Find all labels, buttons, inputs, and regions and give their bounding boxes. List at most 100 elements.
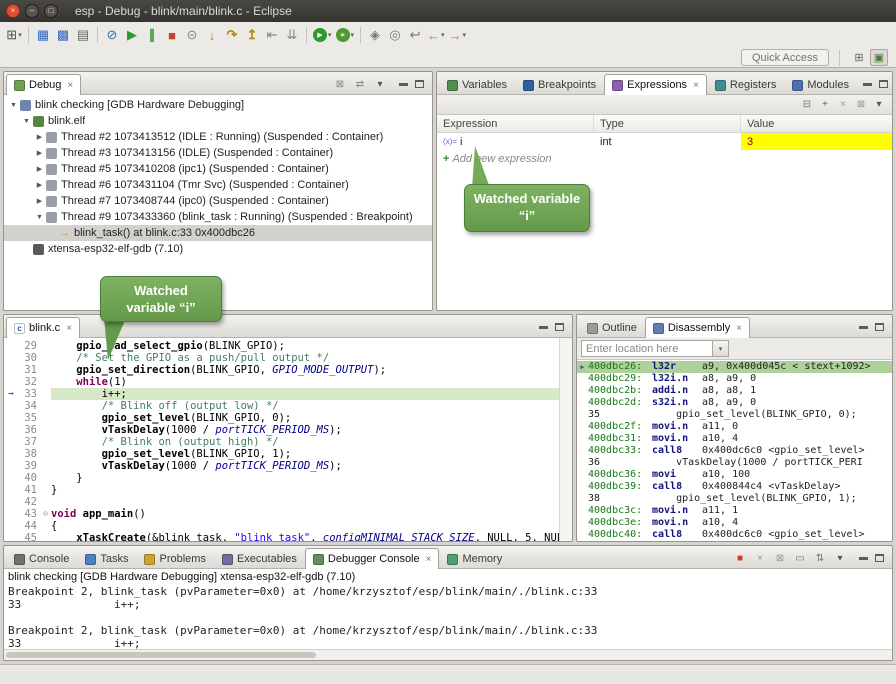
minimize-button[interactable]: [863, 83, 872, 86]
tab-blink-c[interactable]: cblink.c×: [6, 317, 80, 338]
back-button[interactable]: ←▾: [425, 24, 447, 46]
fold-icon[interactable]: ⊖: [40, 508, 51, 520]
line-number[interactable]: 44: [18, 520, 40, 532]
debug-tree-row[interactable]: ▶Thread #3 1073413156 (IDLE) (Suspended …: [4, 145, 432, 161]
suspend-button[interactable]: ∥: [142, 24, 162, 46]
tab-debug[interactable]: Debug×: [6, 74, 81, 95]
expander-icon[interactable]: ▶: [34, 197, 45, 205]
remove-all-terminated-icon[interactable]: ⊠: [331, 76, 349, 93]
line-number[interactable]: 35: [18, 412, 40, 424]
tab-outline[interactable]: Outline: [579, 317, 645, 338]
minimize-button[interactable]: [859, 557, 868, 560]
terminate-console-icon[interactable]: ■: [731, 550, 749, 567]
remove-all-launches-icon[interactable]: ⊠: [771, 550, 789, 567]
drop-to-frame-button[interactable]: ⇤: [262, 24, 282, 46]
scroll-lock-icon[interactable]: ⇅: [811, 550, 829, 567]
terminate-button[interactable]: ■: [162, 24, 182, 46]
debug-perspective-button[interactable]: ▣: [870, 49, 888, 66]
run-button[interactable]: ▶▾: [311, 24, 334, 46]
expander-icon[interactable]: ▶: [34, 181, 45, 189]
line-number[interactable]: 43: [18, 508, 40, 520]
tab-problems[interactable]: Problems: [136, 548, 213, 569]
tab-modules[interactable]: Modules: [784, 74, 857, 95]
last-edit-location-button[interactable]: ↩: [405, 24, 425, 46]
line-number[interactable]: 42: [18, 496, 40, 508]
debug-tree-row[interactable]: ▶Thread #5 1073410208 (ipc1) (Suspended …: [4, 161, 432, 177]
line-number[interactable]: 34: [18, 400, 40, 412]
new-wizard-button[interactable]: ⊞▾: [4, 24, 24, 46]
line-number[interactable]: 41: [18, 484, 40, 496]
close-tab-icon[interactable]: ×: [426, 554, 432, 565]
collapse-all-icon[interactable]: ⊟: [798, 96, 816, 113]
search-button[interactable]: ◎: [385, 24, 405, 46]
step-over-button[interactable]: ↷: [222, 24, 242, 46]
tab-console[interactable]: Console: [6, 548, 77, 569]
save-button[interactable]: ▦: [33, 24, 53, 46]
tab-disassembly[interactable]: Disassembly×: [645, 317, 750, 338]
maximize-button[interactable]: [875, 323, 884, 331]
close-tab-icon[interactable]: ×: [736, 323, 742, 334]
clear-console-icon[interactable]: ▭: [791, 550, 809, 567]
debug-tree-row[interactable]: ▶Thread #7 1073408744 (ipc0) (Suspended …: [4, 193, 432, 209]
expander-icon[interactable]: ▼: [34, 214, 45, 221]
view-menu-icon[interactable]: ▾: [831, 550, 849, 567]
close-tab-icon[interactable]: ×: [67, 80, 73, 91]
disconnect-button[interactable]: ⊝: [182, 24, 202, 46]
expander-icon[interactable]: ▶: [34, 149, 45, 157]
line-number[interactable]: 40: [18, 472, 40, 484]
step-return-button[interactable]: ↥: [242, 24, 262, 46]
close-tab-icon[interactable]: ×: [66, 323, 72, 334]
debug-tree-row[interactable]: →blink_task() at blink.c:33 0x400dbc26: [4, 225, 432, 241]
code-editor[interactable]: 29 gpio_pad_select_gpio(BLINK_GPIO);30 /…: [4, 338, 572, 541]
minimize-button[interactable]: [539, 326, 548, 329]
window-close-button[interactable]: ×: [6, 4, 20, 18]
line-number[interactable]: 37: [18, 436, 40, 448]
expander-icon[interactable]: ▼: [8, 102, 19, 109]
line-number[interactable]: 30: [18, 352, 40, 364]
forward-button[interactable]: →▾: [447, 24, 469, 46]
expression-row[interactable]: (x)= i int 3: [437, 133, 892, 150]
quick-access-button[interactable]: Quick Access: [741, 49, 829, 66]
debug-tree-row[interactable]: xtensa-esp32-elf-gdb (7.10): [4, 241, 432, 257]
debug-tree-row[interactable]: ▶Thread #6 1073431104 (Tmr Svc) (Suspend…: [4, 177, 432, 193]
debug-tree-row[interactable]: ▶Thread #2 1073413512 (IDLE : Running) (…: [4, 129, 432, 145]
location-input[interactable]: Enter location here: [581, 340, 713, 357]
console-horizontal-scrollbar[interactable]: [4, 649, 892, 660]
expression-value[interactable]: 3: [741, 133, 892, 150]
expander-icon[interactable]: ▼: [21, 118, 32, 125]
step-into-button[interactable]: ↓: [202, 24, 222, 46]
line-number[interactable]: 29: [18, 340, 40, 352]
tab-expressions[interactable]: Expressions×: [604, 74, 707, 95]
overview-ruler[interactable]: [559, 338, 572, 541]
location-dropdown-icon[interactable]: ▾: [713, 340, 729, 357]
tab-variables[interactable]: Variables: [439, 74, 515, 95]
scrollbar-thumb[interactable]: [6, 652, 316, 658]
external-tools-button[interactable]: ◈: [365, 24, 385, 46]
tab-registers[interactable]: Registers: [707, 74, 784, 95]
resume-button[interactable]: ▶: [122, 24, 142, 46]
connect-icon[interactable]: ⇄: [351, 76, 369, 93]
tab-tasks[interactable]: Tasks: [77, 548, 136, 569]
view-menu-icon[interactable]: ▾: [371, 76, 389, 93]
disassembly-listing[interactable]: ▶400dbc26:l32ra9, 0x400d045c < stext+109…: [577, 360, 892, 541]
line-number[interactable]: 38: [18, 448, 40, 460]
window-minimize-button[interactable]: –: [25, 4, 39, 18]
window-maximize-button[interactable]: □: [44, 4, 58, 18]
tab-breakpoints[interactable]: Breakpoints: [515, 74, 604, 95]
open-perspective-button[interactable]: ⊞: [850, 49, 868, 66]
line-number[interactable]: 31: [18, 364, 40, 376]
line-number[interactable]: 39: [18, 460, 40, 472]
close-tab-icon[interactable]: ×: [693, 80, 699, 91]
maximize-button[interactable]: [555, 323, 564, 331]
maximize-button[interactable]: [875, 554, 884, 562]
remove-launch-icon[interactable]: ×: [751, 550, 769, 567]
debug-tree-row[interactable]: ▼Thread #9 1073433360 (blink_task : Runn…: [4, 209, 432, 225]
debug-tree-row[interactable]: ▼blink.elf: [4, 113, 432, 129]
remove-all-expressions-icon[interactable]: ⊠: [852, 96, 870, 113]
save-all-button[interactable]: ▩: [53, 24, 73, 46]
tab-executables[interactable]: Executables: [214, 548, 305, 569]
add-expression-row[interactable]: + Add new expression: [437, 150, 892, 167]
debug-button[interactable]: ∗▾: [334, 24, 357, 46]
minimize-button[interactable]: [399, 83, 408, 86]
column-header-value[interactable]: Value: [741, 115, 892, 132]
